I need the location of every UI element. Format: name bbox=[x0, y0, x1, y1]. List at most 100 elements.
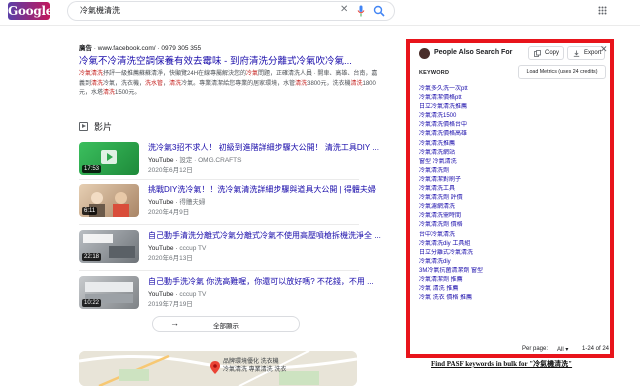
ad-site[interactable]: www.facebook.com/ bbox=[98, 45, 156, 52]
location-pin-icon[interactable] bbox=[210, 361, 220, 374]
keyword-item[interactable]: 冷氣清洗劑 評價 bbox=[419, 194, 609, 203]
keyword-item[interactable]: 冷氣清洗工具 bbox=[419, 185, 609, 194]
video-title-link[interactable]: 自己動手洗冷氣 你洗高難喔，你還可以放好嗎? 不花錢，不用 ... bbox=[148, 276, 374, 287]
keyword-item[interactable]: 日立分離式冷氣清洗 bbox=[419, 249, 609, 258]
keyword-item[interactable]: 冷氣 清洗 推薦 bbox=[419, 285, 609, 294]
ad-desc-highlight: 冷氣清洗 bbox=[79, 71, 104, 77]
ad-desc-text: 冷氣，洗衣機， bbox=[103, 80, 146, 87]
keyword-item[interactable]: 冷氣清洗推薦 bbox=[419, 140, 609, 149]
ad-description: 冷氣清洗抒評一級推薦蘇蘇清淨，快顯覽24H在線專屬解決您的冷氣問題，正確清洗人員… bbox=[79, 70, 379, 99]
google-logo[interactable]: Google bbox=[8, 2, 53, 20]
ad-title-link[interactable]: 冷氣不冷清洗空調保養有效去霉味 - 到府清洗分離式冷氣吹冷氣... bbox=[79, 55, 379, 68]
video-title-link[interactable]: 洗冷氣3招不求人！ 初級到進階詳細步驟大公開！ 清洗工具DIY ... bbox=[148, 142, 379, 153]
video-item[interactable]: 6:11 挑戰DIY洗冷氣！！洗冷氣清洗詳細步驟與道具大公開 | 得體夫婦 Yo… bbox=[79, 184, 376, 228]
ad-desc-text: 冷氣。專業清潔給您專業的居家環境，水管 bbox=[181, 80, 296, 87]
copy-button[interactable]: Copy bbox=[528, 46, 564, 60]
keyword-item[interactable]: 冷氣清洗需時間 bbox=[419, 212, 609, 221]
export-label: Export bbox=[584, 50, 602, 56]
video-source: YouTube · cccup TV bbox=[148, 245, 207, 252]
apps-grid-icon[interactable] bbox=[598, 6, 607, 15]
clear-icon[interactable]: ✕ bbox=[340, 4, 348, 15]
ad-desc-highlight: 清洗 bbox=[91, 80, 104, 87]
video-platform: YouTube bbox=[148, 291, 174, 298]
divider bbox=[79, 270, 359, 271]
video-item[interactable]: 22:18 自己動手清洗分離式冷氣分離式冷氣不使用高壓噴槍拆機洗淨全 ... Y… bbox=[79, 230, 381, 274]
chevron-down-icon: ▾ bbox=[565, 347, 569, 353]
keyword-item[interactable]: 冷氣多久洗一次ptt bbox=[419, 85, 609, 94]
per-page-label: Per page: bbox=[522, 346, 549, 352]
keyword-item[interactable]: 冷氣清洗網站 bbox=[419, 149, 609, 158]
caption: Find PASF keywords in bulk for "冷氣機清洗" bbox=[431, 360, 573, 368]
keyword-column-header: KEYWORD bbox=[419, 70, 450, 76]
keyword-item[interactable]: 日立冷氣清洗推薦 bbox=[419, 103, 609, 112]
keyword-item[interactable]: 冷氣清洗diy bbox=[419, 258, 609, 267]
keyword-item[interactable]: 冷氣清洗價格台中 bbox=[419, 121, 609, 130]
ad-desc-text: 1500元。 bbox=[115, 90, 141, 96]
close-icon[interactable]: ✕ bbox=[600, 44, 608, 55]
copy-label: Copy bbox=[545, 50, 560, 56]
ad-desc-highlight: 清洗 bbox=[103, 90, 116, 96]
keyword-item[interactable]: 窗型 冷氣清洗 bbox=[419, 158, 609, 167]
keyword-item[interactable]: 冷氣清洗1500 bbox=[419, 112, 609, 121]
keyword-item[interactable]: 冷氣 洗衣 價格 推薦 bbox=[419, 294, 609, 303]
video-thumbnail[interactable]: 22:18 bbox=[79, 230, 139, 263]
search-input[interactable]: 冷氣機清洗 bbox=[80, 5, 120, 16]
ad-desc-text: 3800元，洗衣機 bbox=[307, 80, 351, 87]
video-date: 2020年4月9日 bbox=[148, 209, 190, 216]
keyword-item[interactable]: 冷氣清洗劑 價格 bbox=[419, 221, 609, 230]
video-channel: cccup TV bbox=[179, 291, 207, 298]
video-date: 2019年7月19日 bbox=[148, 301, 193, 308]
keyword-item[interactable]: 冷氣清潔價格ptt bbox=[419, 94, 609, 103]
keyword-item[interactable]: 冷氣清潔劑 推薦 bbox=[419, 276, 609, 285]
keyword-list: 冷氣多久洗一次ptt 冷氣清潔價格ptt 日立冷氣清洗推薦 冷氣清洗1500 冷氣清洗價… bbox=[419, 85, 609, 303]
per-page-select[interactable]: All ▾ bbox=[557, 346, 568, 353]
keyword-item[interactable]: 冷氣清洗價格高雄 bbox=[419, 130, 609, 139]
video-source: YouTube · 設定 · OMG.CRAFTS bbox=[148, 157, 242, 164]
video-item[interactable]: 10:22 自己動手洗冷氣 你洗高難喔，你還可以放好嗎? 不花錢，不用 ... … bbox=[79, 276, 374, 320]
video-channel: cccup TV bbox=[179, 245, 207, 252]
download-icon bbox=[573, 50, 580, 57]
ad-phone[interactable]: 0979 305 355 bbox=[161, 45, 201, 52]
show-all-button[interactable]: → 全部顯示 bbox=[152, 316, 300, 332]
load-metrics-button[interactable]: Load Metrics (uses 24 credits) bbox=[518, 65, 606, 79]
pagination-bar: Per page: All ▾ 1-24 of 24 bbox=[410, 345, 610, 355]
keyword-item[interactable]: 台中冷氣清洗 bbox=[419, 231, 609, 240]
divider bbox=[79, 179, 359, 180]
extension-logo-icon bbox=[419, 48, 430, 59]
copy-icon bbox=[534, 50, 541, 57]
map-label-line: 品牌環境優化 洗衣機 bbox=[223, 359, 279, 365]
keyword-item[interactable]: 冷氣濾網清洗 bbox=[419, 203, 609, 212]
show-all-label: 全部顯示 bbox=[213, 323, 239, 330]
search-icon[interactable] bbox=[373, 5, 385, 17]
top-bar: Google 冷氣機清洗 ✕ bbox=[0, 0, 640, 26]
search-box[interactable]: 冷氣機清洗 ✕ bbox=[68, 2, 394, 20]
video-duration: 22:18 bbox=[82, 253, 102, 261]
video-channel: 得體夫婦 bbox=[179, 199, 206, 206]
page-range: 1-24 of 24 bbox=[582, 346, 610, 352]
map-label-line: 冷氣清洗 專業清洗 洗衣 bbox=[223, 367, 287, 373]
microphone-icon[interactable] bbox=[357, 5, 365, 17]
video-platform: YouTube bbox=[148, 157, 174, 164]
video-thumbnail[interactable]: 17:53 bbox=[79, 142, 139, 175]
panel-title: People Also Search For bbox=[434, 49, 513, 56]
video-title-link[interactable]: 自己動手清洗分離式冷氣分離式冷氣不使用高壓噴槍拆機洗淨全 ... bbox=[148, 230, 381, 241]
video-duration: 6:11 bbox=[82, 207, 98, 215]
ad-desc-highlight: 清洗 bbox=[169, 80, 182, 87]
ad-desc-highlight: 洗水管 bbox=[145, 80, 164, 87]
video-platform: YouTube bbox=[148, 245, 174, 252]
video-source: YouTube · cccup TV bbox=[148, 291, 207, 298]
keyword-item[interactable]: 冷氣清潔對刷子 bbox=[419, 176, 609, 185]
videos-heading: 影片 bbox=[79, 121, 112, 133]
video-channel: 設定 · OMG.CRAFTS bbox=[179, 157, 242, 164]
video-thumbnail[interactable]: 6:11 bbox=[79, 184, 139, 217]
keyword-item[interactable]: 冷氣清洗diy 工具組 bbox=[419, 240, 609, 249]
video-platform: YouTube bbox=[148, 199, 174, 206]
video-thumbnail[interactable]: 10:22 bbox=[79, 276, 139, 309]
divider bbox=[79, 224, 359, 225]
video-title-link[interactable]: 挑戰DIY洗冷氣！！洗冷氣清洗詳細步驟與道具大公開 | 得體夫婦 bbox=[148, 184, 376, 195]
keyword-item[interactable]: 冷氣清洗劑 bbox=[419, 167, 609, 176]
map-preview[interactable]: 品牌環境優化 洗衣機 冷氣清洗 專業清洗 洗衣 bbox=[79, 351, 357, 386]
ad-desc-text: 抒評一級推薦蘇蘇清淨，快顯覽24H在線專屬解決您的 bbox=[103, 71, 247, 77]
keyword-item[interactable]: 3M冷氣抗菌清潔劑 窗型 bbox=[419, 267, 609, 276]
ad-desc-highlight: 清洗 bbox=[295, 80, 308, 87]
